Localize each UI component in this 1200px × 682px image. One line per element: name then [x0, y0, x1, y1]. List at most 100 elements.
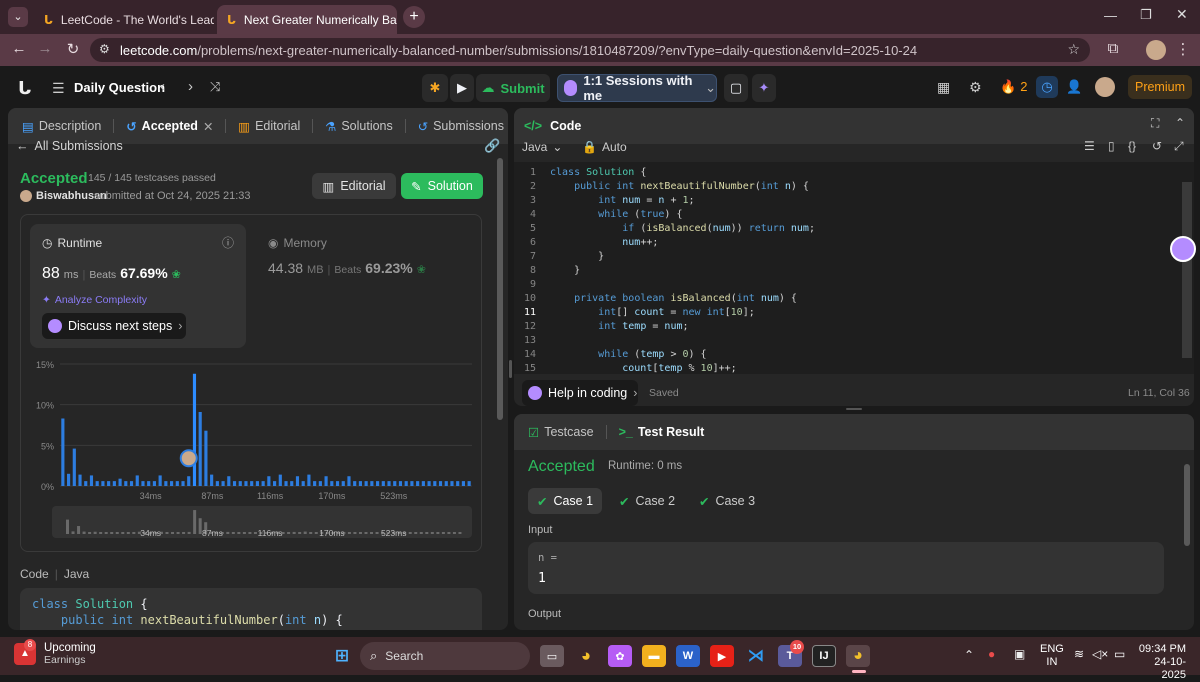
intellij-icon[interactable]: IJ: [812, 645, 836, 667]
task-view-icon[interactable]: ▭: [540, 645, 564, 667]
profile-avatar[interactable]: [1146, 40, 1166, 60]
youtube-icon[interactable]: ▶: [710, 645, 734, 667]
teams-icon[interactable]: T 10: [778, 640, 804, 667]
autocomplete-mode[interactable]: 🔒 Auto: [582, 140, 627, 154]
tab-editorial[interactable]: ▥ Editorial: [234, 119, 304, 134]
problem-list-icon[interactable]: ☰: [52, 80, 65, 97]
restore-icon[interactable]: ❐: [1140, 7, 1152, 23]
streak-counter[interactable]: 🔥 2: [1000, 79, 1027, 95]
add-friend-icon[interactable]: 👤: [1066, 79, 1082, 95]
help-in-coding-button[interactable]: Help in coding ›: [522, 380, 638, 406]
book-icon: ▥: [322, 179, 335, 194]
all-submissions-link[interactable]: ← All Submissions: [16, 139, 123, 153]
page-title[interactable]: Daily Question: [74, 80, 165, 95]
user-avatar[interactable]: [1095, 77, 1115, 97]
vscode-icon[interactable]: ⋊: [744, 645, 768, 667]
minimize-icon[interactable]: —: [1104, 8, 1117, 23]
panel-resize-handle[interactable]: [509, 360, 512, 378]
leetcode-logo-icon[interactable]: ᒐ: [18, 78, 31, 99]
browser-tab-problem[interactable]: ᒐ Next Greater Numerically Balan ✕: [217, 5, 397, 34]
sessions-button[interactable]: 1:1 Sessions with me ⌄: [557, 73, 717, 103]
security-icon[interactable]: ▣: [1014, 647, 1025, 661]
premium-button[interactable]: Premium: [1128, 75, 1192, 99]
timer-icon[interactable]: ◷: [1036, 76, 1058, 98]
ai-sparkle-button[interactable]: ✦: [752, 74, 776, 102]
language-selector[interactable]: Java ⌄: [522, 140, 562, 154]
vpn-icon[interactable]: ●: [988, 647, 995, 661]
braces-icon[interactable]: {}: [1128, 139, 1136, 153]
collapse-icon[interactable]: ⌃: [1175, 116, 1185, 130]
code-area[interactable]: 1 class Solution { 2 public int nextBeaut…: [514, 162, 1194, 374]
tab-submissions[interactable]: ↺ Submissions: [414, 119, 508, 134]
case-2-tab[interactable]: ✔ Case 2: [612, 488, 682, 514]
tab-search-button[interactable]: ⌄: [8, 7, 28, 27]
language-indicator[interactable]: ENG IN: [1040, 643, 1064, 669]
submitter-avatar[interactable]: [20, 190, 32, 202]
next-question-icon[interactable]: ›: [188, 78, 193, 95]
word-icon[interactable]: W: [676, 645, 700, 667]
case-3-tab[interactable]: ✔ Case 3: [692, 488, 762, 514]
extensions-icon[interactable]: ⧉: [1102, 40, 1124, 57]
back-arrow-icon[interactable]: ←: [8, 40, 30, 57]
editorial-button[interactable]: ▥ Editorial: [312, 173, 396, 199]
editor-scrollbar[interactable]: [1182, 182, 1192, 358]
new-tab-button[interactable]: +: [403, 6, 425, 28]
submit-button[interactable]: ☁ Submit: [476, 74, 550, 102]
tab-test-result[interactable]: >_ Test Result: [615, 425, 709, 439]
forward-arrow-icon[interactable]: →: [34, 40, 56, 57]
test-scrollbar[interactable]: [1184, 464, 1190, 546]
battery-icon[interactable]: ▭: [1114, 647, 1125, 661]
speaker-icon[interactable]: ◁×: [1092, 647, 1108, 661]
info-icon[interactable]: ⓘ: [222, 234, 234, 251]
close-icon[interactable]: ✕: [203, 119, 213, 134]
tab-solutions[interactable]: ⚗ Solutions: [321, 119, 397, 134]
analyze-complexity-link[interactable]: ✦ Analyze Complexity: [42, 294, 147, 306]
input-box[interactable]: [528, 542, 1164, 594]
assistant-floating-avatar[interactable]: [1170, 236, 1196, 262]
share-link-icon[interactable]: 🔗: [484, 138, 500, 154]
fullscreen-icon[interactable]: ⤢: [1174, 139, 1184, 154]
reload-icon[interactable]: ↻: [62, 40, 84, 58]
browser-tab-leetcode[interactable]: ᒐ LeetCode - The World's Leading ✕: [34, 5, 214, 34]
address-bar[interactable]: ⚙ leetcode.com/problems/next-greater-num…: [90, 38, 1090, 62]
chrome-active-icon[interactable]: ◕: [846, 645, 870, 667]
taskbar-search[interactable]: ⌕ Search: [360, 642, 530, 670]
discuss-next-steps-button[interactable]: Discuss next steps ›: [42, 313, 186, 339]
tray-overflow-icon[interactable]: ⌃: [964, 648, 974, 662]
start-windows-icon[interactable]: ⊞: [330, 645, 354, 667]
browser-menu-icon[interactable]: ⋮: [1172, 40, 1194, 58]
runtime-distribution-chart[interactable]: 15% 10% 5% 0% 34ms 87ms 116ms 170ms 523ms 34ms 87m…: [20, 354, 482, 550]
run-button[interactable]: ▶: [450, 74, 474, 102]
bookmark-icon[interactable]: ▯: [1108, 139, 1115, 153]
chrome-icon[interactable]: ◕: [574, 645, 598, 667]
scrollbar-thumb[interactable]: [497, 158, 503, 420]
file-explorer-icon[interactable]: ▬: [642, 645, 666, 667]
shuffle-icon[interactable]: ⤨: [210, 79, 220, 95]
tab-description[interactable]: ▤ Description: [18, 119, 105, 134]
site-info-icon[interactable]: ⚙: [99, 42, 110, 56]
tab-testcase[interactable]: ☑ Testcase: [524, 425, 598, 440]
maximize-icon[interactable]: ⛶: [1151, 116, 1159, 131]
notes-button[interactable]: ▢: [724, 74, 748, 102]
settings-gear-icon[interactable]: ⚙: [969, 79, 982, 96]
clock[interactable]: 09:34 PM 24-10-2025: [1134, 643, 1186, 682]
tab-accepted[interactable]: ↺ Accepted ✕: [122, 119, 217, 134]
memory-label-row[interactable]: ◉ Memory: [268, 236, 327, 250]
format-icon[interactable]: ☰: [1084, 139, 1095, 153]
code-line: 8 }: [529, 265, 581, 276]
case-1-tab[interactable]: ✔ Case 1: [528, 488, 602, 514]
reset-icon[interactable]: ↺: [1152, 139, 1162, 153]
layout-icon[interactable]: ▦: [937, 79, 950, 96]
prev-question-icon[interactable]: ‹: [160, 78, 165, 95]
debug-button[interactable]: ✱: [422, 74, 448, 102]
weather-widget[interactable]: ▲ 8 Upcoming Earnings: [14, 639, 96, 666]
code-line: 14 while (temp > 0) {: [523, 349, 707, 360]
copilot-icon[interactable]: ✿: [608, 645, 632, 667]
chart-bar: [124, 481, 128, 486]
vertical-resize-handle[interactable]: [846, 408, 862, 410]
wifi-icon[interactable]: ≋: [1074, 647, 1084, 661]
close-window-icon[interactable]: ✕: [1176, 6, 1188, 23]
solution-button[interactable]: ✎ Solution: [401, 173, 483, 199]
bookmark-star-icon[interactable]: ☆: [1067, 41, 1080, 58]
code-label: Code: [20, 567, 49, 581]
